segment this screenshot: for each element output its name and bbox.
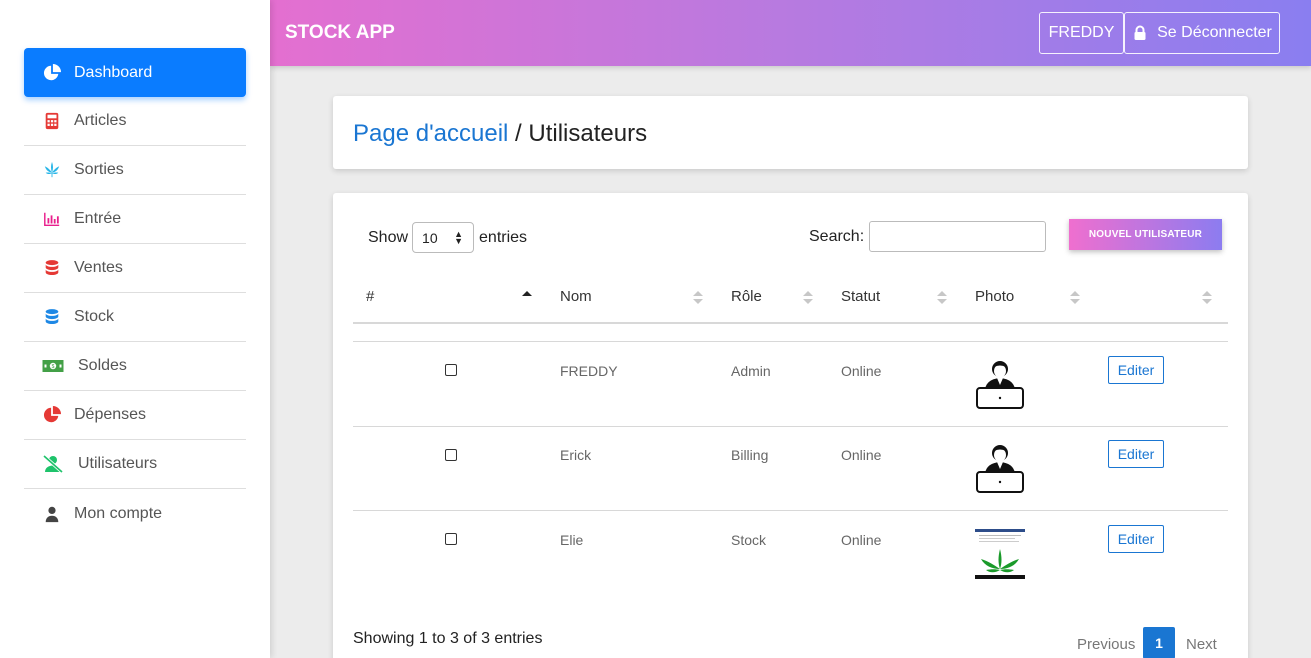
select-arrows-icon: ▲ ▼ — [454, 229, 464, 246]
entries-length-control: Show 10 ▲ ▼ entries — [368, 222, 527, 253]
leaf-photo-icon — [975, 529, 1025, 579]
sidebar-item-label: Stock — [74, 308, 115, 325]
pagination-page-1[interactable]: 1 — [1143, 627, 1175, 658]
sort-icon[interactable] — [803, 291, 813, 305]
sidebar-item-soldes[interactable]: $ Soldes — [24, 342, 246, 391]
sidebar-item-label: Dépenses — [74, 406, 147, 423]
sidebar-item-label: Utilisateurs — [78, 455, 158, 472]
lock-icon — [1134, 25, 1146, 40]
cell-status: Online — [841, 532, 882, 548]
sidebar-item-mon-compte[interactable]: Mon compte — [24, 489, 246, 538]
breadcrumb-home-link[interactable]: Page d'accueil — [353, 120, 508, 147]
row-checkbox[interactable] — [445, 533, 457, 545]
cell-name: Erick — [560, 447, 592, 463]
edit-button[interactable]: Editer — [1108, 440, 1164, 468]
edit-button[interactable]: Editer — [1108, 525, 1164, 553]
app-title: STOCK APP — [285, 22, 395, 43]
column-header-statut[interactable]: Statut — [841, 288, 880, 305]
cell-role: Stock — [731, 532, 767, 548]
breadcrumb-separator: / — [508, 120, 529, 147]
sidebar-item-label: Ventes — [74, 259, 123, 276]
sidebar-item-label: Entrée — [74, 210, 122, 227]
table-row: Erick Billing Online Editer — [353, 426, 1228, 511]
entries-select[interactable]: 10 ▲ ▼ — [412, 222, 475, 253]
row-checkbox[interactable] — [445, 364, 457, 376]
sidebar-item-articles[interactable]: Articles — [24, 97, 246, 146]
breadcrumb: Page d'accueil / Utilisateurs — [353, 120, 647, 148]
entries-label: entries — [479, 228, 528, 246]
sidebar-item-sorties[interactable]: Sorties — [24, 146, 246, 195]
sort-icon[interactable] — [693, 291, 703, 305]
table-row: FREDDY Admin Online Editer — [353, 341, 1228, 426]
sidebar-item-label: Dashboard — [74, 63, 153, 81]
column-header-index[interactable]: # — [366, 288, 374, 305]
svg-text:$: $ — [52, 364, 55, 370]
pagination-next[interactable]: Next — [1186, 636, 1217, 653]
user-slash-icon — [42, 454, 64, 474]
sort-icon[interactable] — [937, 291, 947, 305]
cell-status: Online — [841, 363, 882, 379]
cell-name: Elie — [560, 532, 584, 548]
table-row: Elie Stock Online Editer — [353, 510, 1228, 595]
table-header: # Nom Rôle Statut Photo — [353, 273, 1228, 324]
users-table-card: Show 10 ▲ ▼ entries Search: NOUVEL UTILIS… — [333, 193, 1248, 658]
money-bill-icon: $ — [42, 356, 64, 376]
sidebar: Dashboard Articles Sorties Entrée Ventes — [0, 0, 270, 658]
new-user-button[interactable]: NOUVEL UTILISATEUR — [1069, 219, 1222, 250]
sort-icon[interactable] — [1202, 291, 1212, 305]
sort-icon[interactable] — [1070, 291, 1080, 305]
sidebar-item-stock[interactable]: Stock — [24, 293, 246, 342]
sort-asc-icon[interactable] — [522, 291, 532, 305]
pagination-previous[interactable]: Previous — [1077, 636, 1135, 653]
sidebar-item-label: Articles — [74, 112, 127, 129]
user-avatar-icon — [976, 361, 1024, 409]
logout-label: Se Déconnecter — [1157, 24, 1272, 41]
cannabis-leaf-icon — [42, 160, 62, 180]
row-checkbox[interactable] — [445, 449, 457, 461]
breadcrumb-card: Page d'accueil / Utilisateurs — [333, 96, 1248, 169]
sidebar-item-label: Sorties — [74, 161, 124, 178]
table-info: Showing 1 to 3 of 3 entries — [353, 630, 543, 647]
column-header-nom[interactable]: Nom — [560, 288, 592, 305]
logout-button[interactable]: Se Déconnecter — [1124, 12, 1280, 54]
pie-chart-icon — [42, 405, 62, 425]
column-header-role[interactable]: Rôle — [731, 288, 762, 305]
user-button[interactable]: FREDDY — [1039, 12, 1124, 54]
cell-name: FREDDY — [560, 363, 618, 379]
bar-chart-icon — [42, 209, 62, 229]
sidebar-item-entree[interactable]: Entrée — [24, 195, 246, 244]
sidebar-item-label: Soldes — [78, 357, 127, 374]
sidebar-item-ventes[interactable]: Ventes — [24, 244, 246, 293]
search-control: Search: — [809, 221, 1047, 252]
breadcrumb-current: Utilisateurs — [528, 120, 648, 147]
database-icon — [42, 307, 62, 327]
calculator-icon — [42, 111, 62, 131]
sidebar-item-utilisateurs[interactable]: Utilisateurs — [24, 440, 246, 489]
sidebar-item-label: Mon compte — [74, 504, 163, 522]
search-label: Search: — [809, 227, 865, 245]
search-input[interactable] — [869, 221, 1047, 252]
database-icon — [42, 258, 62, 278]
sidebar-nav: Dashboard Articles Sorties Entrée Ventes — [24, 48, 246, 538]
edit-button[interactable]: Editer — [1108, 356, 1164, 384]
user-icon — [42, 504, 62, 524]
sidebar-item-dashboard[interactable]: Dashboard — [24, 48, 246, 97]
pie-chart-icon — [42, 63, 62, 83]
top-header: STOCK APP FREDDY Se Déconnecter — [270, 0, 1311, 66]
user-avatar-icon — [976, 445, 1024, 493]
column-header-photo[interactable]: Photo — [975, 288, 1014, 305]
cell-role: Admin — [731, 363, 771, 379]
sidebar-item-depenses[interactable]: Dépenses — [24, 391, 246, 440]
show-label: Show — [368, 228, 409, 246]
cell-status: Online — [841, 447, 882, 463]
cell-role: Billing — [731, 447, 769, 463]
entries-select-value: 10 — [422, 229, 438, 246]
